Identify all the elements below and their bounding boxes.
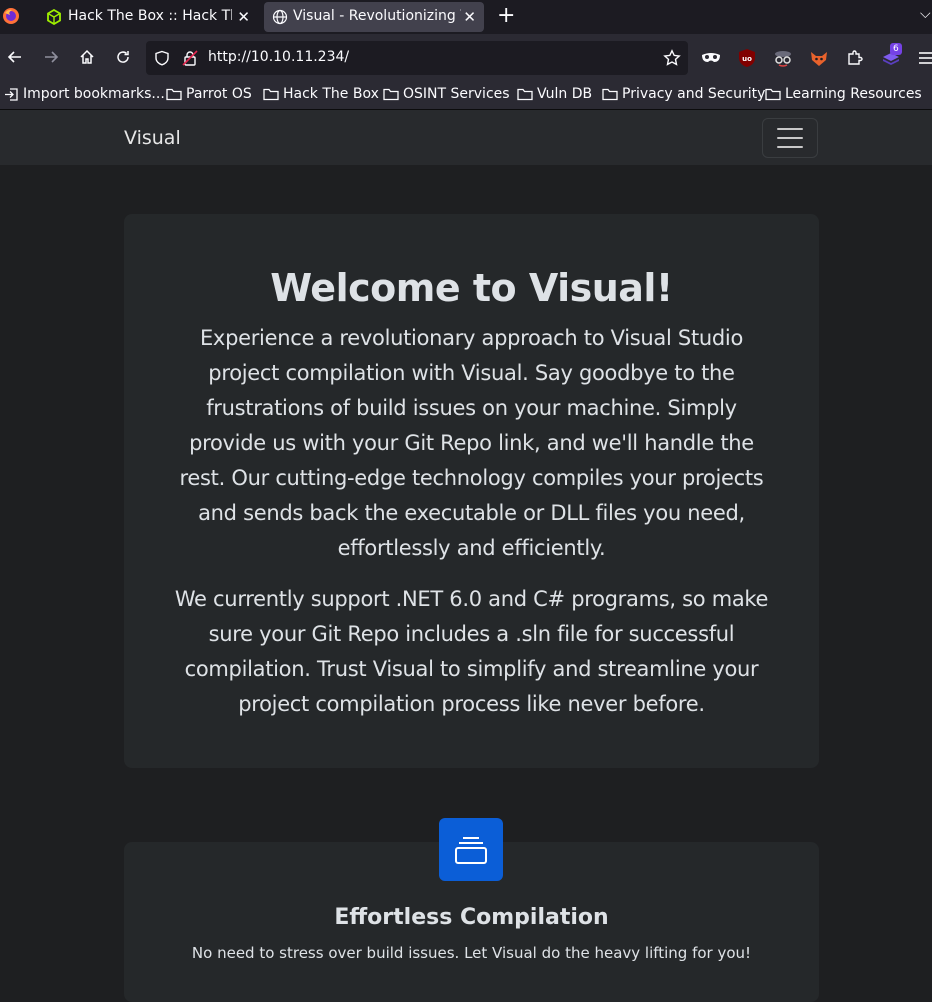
bookmark-folder-vuln-db[interactable]: Vuln DB	[517, 84, 592, 104]
bookmarks-toolbar: Import bookmarks... Parrot OS Hack The B…	[0, 80, 932, 110]
bookmark-folder-privacy-and-security[interactable]: Privacy and Security	[602, 84, 765, 104]
bookmark-label: Learning Resources	[785, 86, 922, 102]
app-menu-icon[interactable]	[918, 50, 932, 69]
site-brand-link[interactable]: Visual	[124, 127, 181, 149]
home-button[interactable]	[74, 44, 100, 70]
globe-icon	[272, 9, 288, 29]
hero-paragraph-intro: Experience a revolutionary approach to V…	[179, 326, 764, 560]
close-tab-icon[interactable]: ✕	[237, 8, 250, 26]
hackthebox-icon	[46, 8, 62, 29]
folder-icon	[263, 88, 279, 101]
spy-extension-icon[interactable]	[772, 47, 794, 69]
bookmark-label: Import bookmarks...	[23, 86, 165, 102]
bookmark-import[interactable]: Import bookmarks...	[4, 84, 165, 104]
bookmark-label: OSINT Services	[403, 86, 510, 102]
foxyproxy-icon[interactable]	[808, 47, 830, 69]
hamburger-line	[777, 137, 803, 139]
feature-title: Effortless Compilation	[334, 905, 609, 930]
folder-icon	[383, 88, 399, 101]
bookmark-folder-learning-resources[interactable]: Learning Resources	[765, 84, 922, 104]
ublock-origin-icon[interactable]: uo	[736, 47, 758, 69]
url-bar[interactable]: http://10.10.11.234/	[146, 41, 688, 75]
shapes-extension-icon[interactable]: 6	[880, 43, 902, 69]
folder-icon	[517, 88, 533, 101]
folder-icon	[602, 88, 618, 101]
navbar-toggler-button[interactable]	[762, 118, 818, 158]
tab-title: Visual - Revolutionizing V	[293, 8, 461, 24]
extension-badge: 6	[890, 43, 902, 55]
new-tab-button[interactable]: +	[497, 3, 515, 28]
hero-paragraph-support: We currently support .NET 6.0 and C# pro…	[174, 587, 769, 716]
feature-description: No need to stress over build issues. Let…	[191, 944, 752, 962]
folder-icon	[166, 88, 182, 101]
back-button[interactable]	[2, 44, 28, 70]
mask-extension-icon[interactable]	[700, 47, 722, 69]
tab-bar: Hack The Box :: Hack The ✕ Visual - Revo…	[0, 0, 932, 34]
url-input[interactable]: http://10.10.11.234/	[208, 49, 349, 65]
list-tabs-icon[interactable]: ⌵	[920, 6, 931, 22]
folder-icon	[765, 88, 781, 101]
bookmark-label: Privacy and Security	[622, 86, 766, 102]
tab-visual[interactable]: Visual - Revolutionizing V ✕	[264, 2, 484, 32]
site-navbar: Visual	[0, 110, 932, 165]
bookmark-folder-osint-services[interactable]: OSINT Services	[383, 84, 510, 104]
insecure-lock-icon[interactable]	[182, 50, 198, 70]
bookmark-star-icon[interactable]	[663, 49, 681, 71]
tracking-shield-icon[interactable]	[154, 50, 170, 70]
bookmark-folder-parrot-os[interactable]: Parrot OS	[166, 84, 252, 104]
tab-title: Hack The Box :: Hack The	[68, 8, 232, 24]
firefox-menu-icon[interactable]	[2, 7, 20, 25]
svg-text:uo: uo	[742, 55, 752, 63]
bookmark-label: Vuln DB	[537, 86, 593, 102]
hamburger-line	[777, 146, 803, 148]
bookmark-label: Parrot OS	[186, 86, 252, 102]
bookmark-label: Hack The Box	[283, 86, 379, 102]
forward-button[interactable]	[38, 44, 64, 70]
hero-title: Welcome to Visual!	[270, 266, 673, 310]
reload-button[interactable]	[110, 44, 136, 70]
import-icon	[5, 87, 18, 101]
close-tab-icon[interactable]: ✕	[463, 8, 476, 26]
bookmark-folder-hack-the-box[interactable]: Hack The Box	[263, 84, 379, 104]
collection-icon	[439, 818, 503, 881]
hero-card: Welcome to Visual! Experience a revoluti…	[124, 214, 819, 768]
tab-hackthebox[interactable]: Hack The Box :: Hack The ✕	[36, 2, 258, 32]
extensions-puzzle-icon[interactable]	[844, 47, 866, 69]
hamburger-line	[777, 128, 803, 130]
